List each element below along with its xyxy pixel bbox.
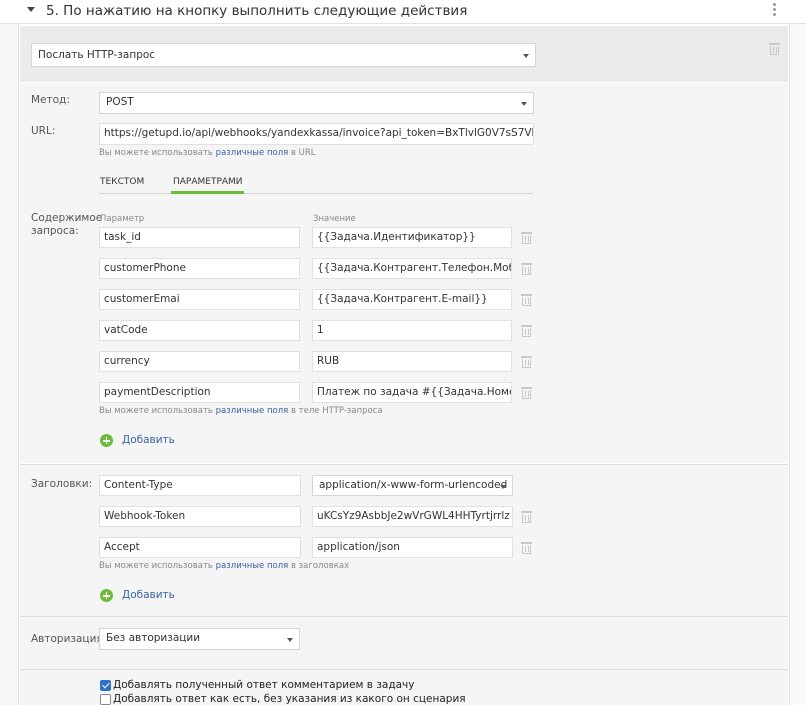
body-hint-text: Вы можете использовать [99,406,213,416]
plus-circle-icon [100,589,113,602]
body-label-line2: запроса: [31,224,79,237]
delete-row-icon[interactable] [521,294,532,306]
chevron-down-icon [521,102,527,106]
add-header-label: Добавить [122,589,175,601]
method-select[interactable]: POST [99,92,534,114]
delete-row-icon[interactable] [521,356,532,368]
header-name-input[interactable]: Webhook-Token [99,506,301,527]
header-name-input[interactable]: Content-Type [99,475,301,496]
auth-label: Авторизация: [31,633,107,645]
method-value: POST [106,96,134,108]
header-value-input[interactable]: uKCsYz9AsbbJe2wVrGWL4HHTyrtjrrlz [312,506,513,527]
param-value-input[interactable]: RUB [312,351,512,372]
auth-select[interactable]: Без авторизации [99,628,300,650]
param-name-input[interactable]: vatCode [99,320,300,341]
delete-row-icon[interactable] [521,263,532,275]
more-options-icon[interactable] [771,3,777,19]
url-hint-suffix: в URL [290,148,316,158]
header-value-input[interactable]: application/json [312,537,513,558]
param-value-input[interactable]: Платеж по задача #{{Задача.Номер}} [312,382,512,403]
chevron-down-icon [523,54,529,58]
url-fields-link[interactable]: различные поля [216,148,289,158]
left-rail [0,24,19,705]
url-input[interactable]: https://getupd.io/api/webhooks/yandexkas… [99,123,534,145]
header-name-input[interactable]: Accept [99,537,301,558]
param-column-header: Параметр [100,214,145,224]
param-name-input[interactable]: customerEmai [99,289,300,310]
param-value-input[interactable]: {{Задача.Контрагент.Телефон.Мобильный}} [312,258,512,279]
url-hint-text: Вы можете использовать [99,148,213,158]
auth-value: Без авторизации [106,632,201,644]
step-header: 5. По нажатию на кнопку выполнить следую… [0,0,806,24]
delete-row-icon[interactable] [521,232,532,244]
body-mode-tabs: ТЕКСТОМ ПАРАМЕТРАМИ [99,175,533,194]
header-value-select[interactable]: application/x-www-form-urlencoded [312,475,513,496]
headers-hint-text: Вы можете использовать [99,561,213,571]
headers-hint: Вы можете использовать различные поля в … [99,561,349,571]
raw-answer-checkbox[interactable] [100,694,111,705]
param-name-input[interactable]: task_id [99,227,300,248]
delete-row-icon[interactable] [521,387,532,399]
headers-hint-suffix: в заголовках [290,561,350,571]
add-param-label: Добавить [122,434,175,446]
step-title: 5. По нажатию на кнопку выполнить следую… [46,3,468,19]
value-column-header: Значение [313,214,356,224]
delete-action-icon[interactable] [769,43,780,55]
collapse-caret-icon[interactable] [27,7,35,12]
delete-header-icon[interactable] [521,542,532,554]
body-label: Содержимое запроса: [31,212,102,237]
plus-circle-icon [100,434,113,447]
headers-fields-link[interactable]: различные поля [216,561,289,571]
body-hint-suffix: в теле HTTP-запроса [290,406,383,416]
param-name-input[interactable]: customerPhone [99,258,300,279]
raw-answer-label[interactable]: Добавлять ответ как есть, без указания и… [113,693,466,705]
chevron-down-icon [500,485,506,489]
action-type-value: Послать HTTP-запрос [38,49,156,61]
header-value: application/x-www-form-urlencoded [319,479,508,491]
body-fields-link[interactable]: различные поля [216,406,289,416]
tab-params[interactable]: ПАРАМЕТРАМИ [171,177,244,194]
headers-label: Заголовки: [31,478,93,490]
chevron-down-icon [287,638,293,642]
param-value-input[interactable]: 1 [312,320,512,341]
tab-text[interactable]: ТЕКСТОМ [100,177,144,187]
url-value: https://getupd.io/api/webhooks/yandexkas… [104,127,534,139]
param-name-input[interactable]: paymentDescription [99,382,300,403]
action-type-select[interactable]: Послать HTTP-запрос [31,43,536,67]
url-hint: Вы можете использовать различные поля в … [99,148,316,158]
param-value-input[interactable]: {{Задача.Контрагент.E-mail}} [312,289,512,310]
add-comment-label[interactable]: Добавлять полученный ответ комментарием … [113,679,414,691]
method-label: Метод: [31,94,70,106]
right-scroll-area [789,24,806,705]
body-label-line1: Содержимое [31,212,103,224]
url-label: URL: [31,125,56,137]
delete-header-icon[interactable] [521,511,532,523]
body-hint: Вы можете использовать различные поля в … [99,406,383,416]
param-value-input[interactable]: {{Задача.Идентификатор}} [312,227,512,248]
param-name-input[interactable]: currency [99,351,300,372]
delete-row-icon[interactable] [521,325,532,337]
add-comment-checkbox[interactable] [100,680,111,691]
